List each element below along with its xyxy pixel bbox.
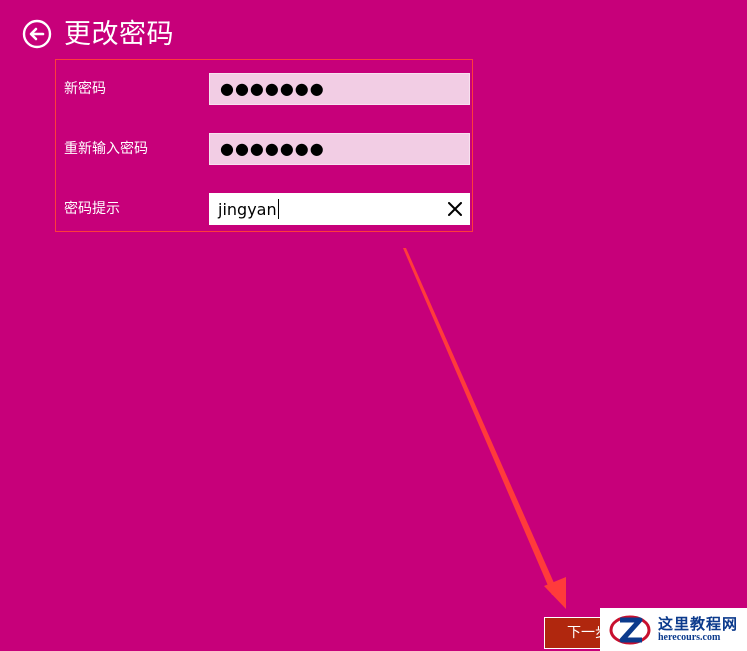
- confirm-password-input[interactable]: ●●●●●●●: [209, 133, 470, 165]
- text-caret: [277, 199, 279, 219]
- new-password-label: 新密码: [64, 81, 106, 97]
- password-hint-input[interactable]: jingyan: [209, 193, 470, 225]
- password-hint-value-wrap: jingyan: [210, 199, 441, 219]
- password-hint-value: jingyan: [218, 199, 277, 219]
- new-password-input[interactable]: ●●●●●●●: [209, 73, 470, 105]
- confirm-password-row: 重新输入密码 ●●●●●●●: [56, 133, 472, 165]
- watermark-title: 这里教程网: [658, 614, 739, 633]
- back-arrow-circle-icon[interactable]: [22, 19, 52, 49]
- new-password-value: ●●●●●●●: [220, 79, 325, 98]
- password-hint-label: 密码提示: [64, 201, 120, 217]
- confirm-password-value: ●●●●●●●: [220, 139, 325, 158]
- close-icon[interactable]: [441, 194, 469, 224]
- page-header: 更改密码: [22, 16, 174, 52]
- watermark-text: 这里教程网 herecours.com: [658, 616, 738, 644]
- new-password-row: 新密码 ●●●●●●●: [56, 73, 472, 105]
- watermark-logo-icon: [609, 615, 651, 644]
- password-hint-row: 密码提示 jingyan: [56, 193, 472, 225]
- page-title: 更改密码: [64, 18, 174, 50]
- password-form: 新密码 ●●●●●●● 重新输入密码 ●●●●●●● 密码提示 jingyan: [55, 59, 473, 232]
- watermark-url: herecours.com: [658, 632, 721, 644]
- watermark: 这里教程网 herecours.com: [600, 608, 747, 651]
- confirm-password-label: 重新输入密码: [64, 141, 148, 157]
